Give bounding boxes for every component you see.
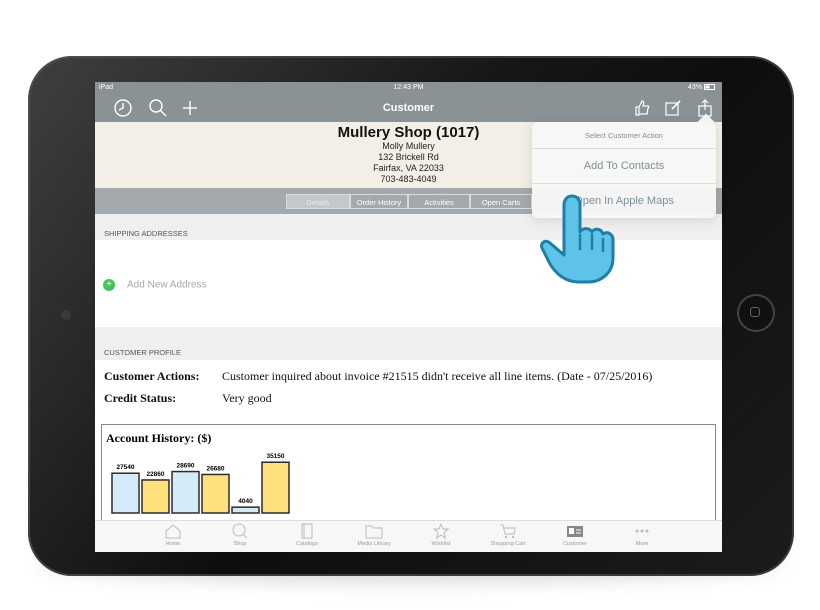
tab-activities[interactable]: Activities xyxy=(408,194,470,209)
add-plus-icon[interactable]: + xyxy=(103,279,115,291)
nav-title: Customer xyxy=(382,102,435,114)
home-button-icon xyxy=(750,307,760,317)
profile-header-label: CUSTOMER PROFILE xyxy=(104,348,181,357)
chart-bar xyxy=(261,461,290,514)
more-dots-icon xyxy=(635,529,649,533)
profile-section-header: CUSTOMER PROFILE xyxy=(95,327,722,360)
chart-bar-value: 22860 xyxy=(146,471,164,478)
status-bar: iPad 12:43 PM 43% xyxy=(95,82,722,94)
tab-order-history[interactable]: Order History xyxy=(350,194,408,209)
tab-open-carts[interactable]: Open Carts xyxy=(470,194,532,209)
popover-header: Select Customer Action xyxy=(585,131,663,140)
contact-card-icon xyxy=(567,526,583,537)
shipping-header-label: SHIPPING ADDRESSES xyxy=(104,229,188,238)
chart-bar xyxy=(141,479,170,514)
account-history-box: Account History: ($) 27540 22860 28690 2668… xyxy=(101,424,716,534)
account-history-chart: 27540 22860 28690 26680 4040 35150 xyxy=(111,453,290,514)
battery-icon xyxy=(704,84,715,91)
customer-actions-label: Customer Actions: xyxy=(104,369,200,383)
status-battery: 43% xyxy=(688,84,716,91)
home-button[interactable] xyxy=(737,294,775,332)
folder-icon xyxy=(365,525,383,539)
tab-more[interactable]: More xyxy=(612,523,672,547)
thumbs-up-icon[interactable] xyxy=(632,98,652,118)
tab-catalogs-label: Catalogs xyxy=(296,541,318,547)
bottom-tab-bar: Home Shop Catalogs Media Library Wishlis… xyxy=(95,520,722,552)
tab-shop-label: Shop xyxy=(233,541,247,547)
nav-bar: Customer xyxy=(95,94,722,122)
chart-bar-value: 4040 xyxy=(238,498,253,505)
pointing-hand-icon xyxy=(540,194,615,284)
chart-bar-value: 26680 xyxy=(206,465,224,472)
tab-shopping-cart[interactable]: Shopping Cart xyxy=(478,523,538,547)
camera-dot xyxy=(61,310,71,320)
tab-catalogs[interactable]: Catalogs xyxy=(277,523,337,547)
tab-media-label: Media Library xyxy=(357,541,391,547)
chart-bar xyxy=(111,472,140,514)
customer-actions-row: Customer Actions: Customer inquired about… xyxy=(104,369,652,384)
chart-bar xyxy=(171,470,200,514)
add-address-label: Add New Address xyxy=(127,279,207,291)
tab-customer-label: Customer xyxy=(563,541,587,547)
chart-bar xyxy=(201,473,230,514)
chart-bar-value: 27540 xyxy=(116,464,134,471)
battery-percent: 43% xyxy=(688,84,703,91)
tab-details[interactable]: Details xyxy=(286,194,350,209)
tab-home-label: Home xyxy=(165,541,181,547)
chart-bar-value: 28690 xyxy=(176,463,194,470)
tab-customer[interactable]: Customer xyxy=(545,523,605,547)
shop-search-icon xyxy=(232,523,248,539)
cart-icon xyxy=(500,524,516,539)
credit-status-label: Credit Status: xyxy=(104,391,177,405)
tab-home[interactable]: Home xyxy=(143,523,203,547)
star-icon xyxy=(432,523,450,539)
catalog-icon xyxy=(301,523,313,539)
tab-wishlist-label: Wishlist xyxy=(431,541,451,547)
tab-wishlist[interactable]: Wishlist xyxy=(411,523,471,547)
tab-cart-label: Shopping Cart xyxy=(490,541,526,547)
status-time: 12:43 PM xyxy=(393,84,424,91)
credit-status-row: Credit Status: Very good xyxy=(104,391,272,406)
add-to-contacts-option[interactable]: Add To Contacts xyxy=(532,148,716,184)
add-address-row[interactable]: + Add New Address xyxy=(103,279,207,291)
tab-shop[interactable]: Shop xyxy=(210,523,270,547)
tab-media-library[interactable]: Media Library xyxy=(344,523,404,547)
tab-more-label: More xyxy=(635,541,649,547)
chart-bar xyxy=(231,506,260,514)
edit-icon[interactable] xyxy=(663,98,683,118)
chart-bar-value: 35150 xyxy=(266,453,284,460)
home-icon xyxy=(165,524,181,539)
customer-actions-value: Customer inquired about invoice #21515 d… xyxy=(222,369,653,383)
credit-status-value: Very good xyxy=(222,391,272,405)
